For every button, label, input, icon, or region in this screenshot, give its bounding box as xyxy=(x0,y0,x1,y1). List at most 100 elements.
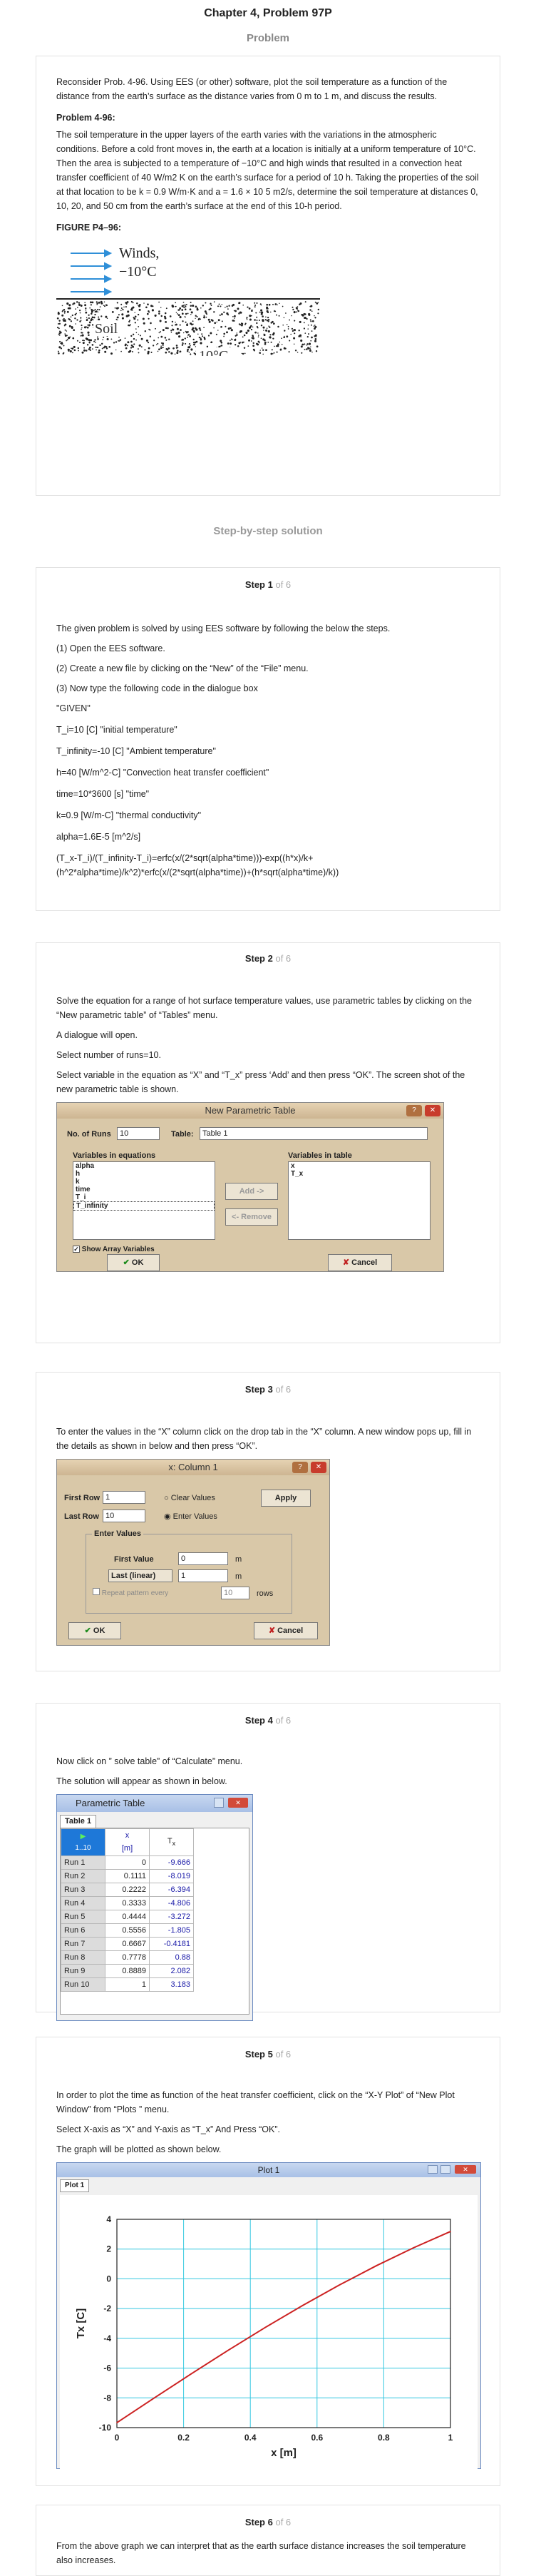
table-row: Run 5 0.4444 -3.272 xyxy=(61,1910,194,1925)
step-text-line: time=10*3600 [s] "time" xyxy=(56,788,150,799)
problem-body: The soil temperature in the upper layers… xyxy=(56,130,479,211)
table-cell-x[interactable]: 0.3333 xyxy=(105,1896,150,1911)
x-column-header[interactable]: x [m] xyxy=(105,1828,150,1857)
table-cell-run[interactable]: Run 4 xyxy=(61,1896,105,1911)
y-tick-label: -4 xyxy=(103,2333,111,2343)
minimize-button[interactable] xyxy=(428,2164,438,2174)
last-mode-select[interactable]: Last (linear) xyxy=(108,1569,172,1582)
table-cell-t[interactable]: -3.272 xyxy=(149,1910,194,1925)
problem-ref-heading: Problem 4-96: xyxy=(56,113,115,123)
variable-item[interactable]: T_infinity xyxy=(73,1201,215,1211)
step-1-body: The given problem is solved by using EES… xyxy=(56,621,480,880)
repeat-checkbox[interactable]: Repeat pattern every xyxy=(93,1587,168,1599)
add-button[interactable]: Add -> xyxy=(225,1182,278,1200)
cancel-button[interactable]: ✘ Cancel xyxy=(328,1253,392,1271)
table-cell-run[interactable]: Run 1 xyxy=(61,1855,105,1870)
table-row: Run 3 0.2222 -6.394 xyxy=(61,1883,194,1898)
table-cell-t[interactable]: 2.082 xyxy=(149,1964,194,1979)
step-text-line: "GIVEN" xyxy=(56,703,91,713)
table-cell-x[interactable]: 0 xyxy=(105,1855,150,1870)
clear-values-radio[interactable]: ○ Clear Values xyxy=(164,1492,215,1505)
x-tick-label: 1 xyxy=(448,2433,453,2443)
table-cell-x[interactable]: 0.2222 xyxy=(105,1883,150,1898)
variable-item[interactable]: x xyxy=(289,1162,430,1170)
help-button[interactable]: ? xyxy=(292,1461,308,1473)
table-cell-run[interactable]: Run 8 xyxy=(61,1950,105,1965)
close-button[interactable]: ✕ xyxy=(228,1797,248,1808)
problem-label: Problem xyxy=(246,32,289,44)
ok-button[interactable]: ✔ OK xyxy=(107,1253,160,1271)
table-cell-run[interactable]: Run 2 xyxy=(61,1869,105,1884)
step-1-card: Step 1 of 6 The given problem is solved … xyxy=(36,567,500,911)
step-text-line: k=0.9 [W/m-C] "thermal conductivity" xyxy=(56,810,202,820)
table-cell-t[interactable]: -0.4181 xyxy=(149,1937,194,1952)
variable-item[interactable]: k xyxy=(73,1178,215,1186)
remove-button[interactable]: <- Remove xyxy=(225,1208,278,1226)
last-value-input[interactable]: 1 xyxy=(178,1569,228,1582)
variable-item[interactable]: T_x xyxy=(289,1170,430,1178)
vars-tbl-list[interactable]: x T_x xyxy=(288,1161,431,1240)
table-cell-x[interactable]: 0.7778 xyxy=(105,1950,150,1965)
table-cell-x[interactable]: 0.5556 xyxy=(105,1923,150,1938)
step-by-step-heading: Step-by-step solution xyxy=(213,525,323,537)
enter-values-radio[interactable]: ◉ Enter Values xyxy=(164,1511,217,1524)
close-button[interactable]: ✕ xyxy=(311,1461,326,1473)
table-cell-t[interactable]: -1.805 xyxy=(149,1923,194,1938)
data-point xyxy=(116,2422,118,2423)
close-button[interactable]: ✕ xyxy=(455,2164,476,2174)
table-cell-run[interactable]: Run 6 xyxy=(61,1923,105,1938)
last-row-input[interactable]: 10 xyxy=(103,1509,145,1522)
table-cell-t[interactable]: -6.394 xyxy=(149,1883,194,1898)
cancel-button[interactable]: ✘ Cancel xyxy=(254,1622,318,1639)
table-name-input[interactable]: Table 1 xyxy=(200,1126,428,1140)
first-row-input[interactable]: 1 xyxy=(103,1490,145,1504)
table-cell-t[interactable]: -4.806 xyxy=(149,1896,194,1911)
y-tick-label: 2 xyxy=(106,2244,111,2254)
first-value-input[interactable]: 0 xyxy=(178,1552,228,1565)
y-tick-label: -10 xyxy=(99,2423,112,2433)
table-cell-run[interactable]: Run 10 xyxy=(61,1977,105,1992)
y-tick-label: -2 xyxy=(103,2303,111,2313)
variable-item[interactable]: h xyxy=(73,1170,215,1178)
table-cell-x[interactable]: 1 xyxy=(105,1977,150,1992)
table-cell-run[interactable]: Run 3 xyxy=(61,1883,105,1898)
table-cell-run[interactable]: Run 9 xyxy=(61,1964,105,1979)
tx-column-header[interactable]: Tx xyxy=(149,1828,194,1857)
table-cell-t[interactable]: 3.183 xyxy=(149,1977,194,1992)
vars-eq-list[interactable]: alpha h k time T_i T_infinity xyxy=(73,1161,215,1240)
table-cell-t[interactable]: 0.88 xyxy=(149,1950,194,1965)
table-tab[interactable]: Table 1 xyxy=(60,1814,97,1828)
table-cell-t[interactable]: -9.666 xyxy=(149,1855,194,1870)
table-cell-x[interactable]: 0.1111 xyxy=(105,1869,150,1884)
range-header[interactable]: ▶ 1..10 xyxy=(61,1828,105,1857)
plot-tab[interactable]: Plot 1 xyxy=(60,2179,90,2192)
table-cell-x[interactable]: 0.6667 xyxy=(105,1937,150,1952)
step-text-line: alpha=1.6E-5 [m^2/s] xyxy=(56,831,141,842)
table-cell-x[interactable]: 0.8889 xyxy=(105,1964,150,1979)
variable-item[interactable]: alpha xyxy=(73,1162,215,1170)
data-point xyxy=(264,2326,266,2328)
help-button[interactable]: ? xyxy=(406,1104,422,1116)
apply-button[interactable]: Apply xyxy=(261,1489,311,1507)
maximize-button[interactable] xyxy=(440,2164,450,2174)
step-2-heading: Step 2 of 6 xyxy=(244,953,292,964)
table-cell-x[interactable]: 0.4444 xyxy=(105,1910,150,1925)
figure-heading: FIGURE P4–96: xyxy=(56,223,122,233)
step-text-line: T_i=10 [C] "initial temperature" xyxy=(56,724,177,735)
close-button[interactable]: ✕ xyxy=(425,1104,440,1116)
variable-item[interactable]: T_i xyxy=(73,1193,215,1201)
step-5-card: Step 5 of 6 In order to plot the time as… xyxy=(36,2037,500,2486)
table-cell-run[interactable]: Run 5 xyxy=(61,1910,105,1925)
ok-button[interactable]: ✔ OK xyxy=(68,1622,121,1639)
y-tick-label: 0 xyxy=(106,2274,111,2284)
minimize-button[interactable] xyxy=(214,1797,224,1808)
table-cell-t[interactable]: -8.019 xyxy=(149,1869,194,1884)
step-4-card: Step 4 of 6 Now click on ” solve table” … xyxy=(36,1703,500,2021)
runs-input[interactable]: 10 xyxy=(117,1126,160,1140)
data-point xyxy=(153,2397,155,2399)
variable-item[interactable]: time xyxy=(73,1186,215,1193)
table-cell-run[interactable]: Run 7 xyxy=(61,1937,105,1952)
y-tick-label: -6 xyxy=(103,2363,111,2373)
xy-plot: 0 0.2 0.4 0.6 0.8 1 4 2 0 -2 -4 -6 -8 -10 x [m] Tx [C] xyxy=(60,2194,478,2472)
repeat-rows-input[interactable]: 10 xyxy=(221,1586,249,1599)
